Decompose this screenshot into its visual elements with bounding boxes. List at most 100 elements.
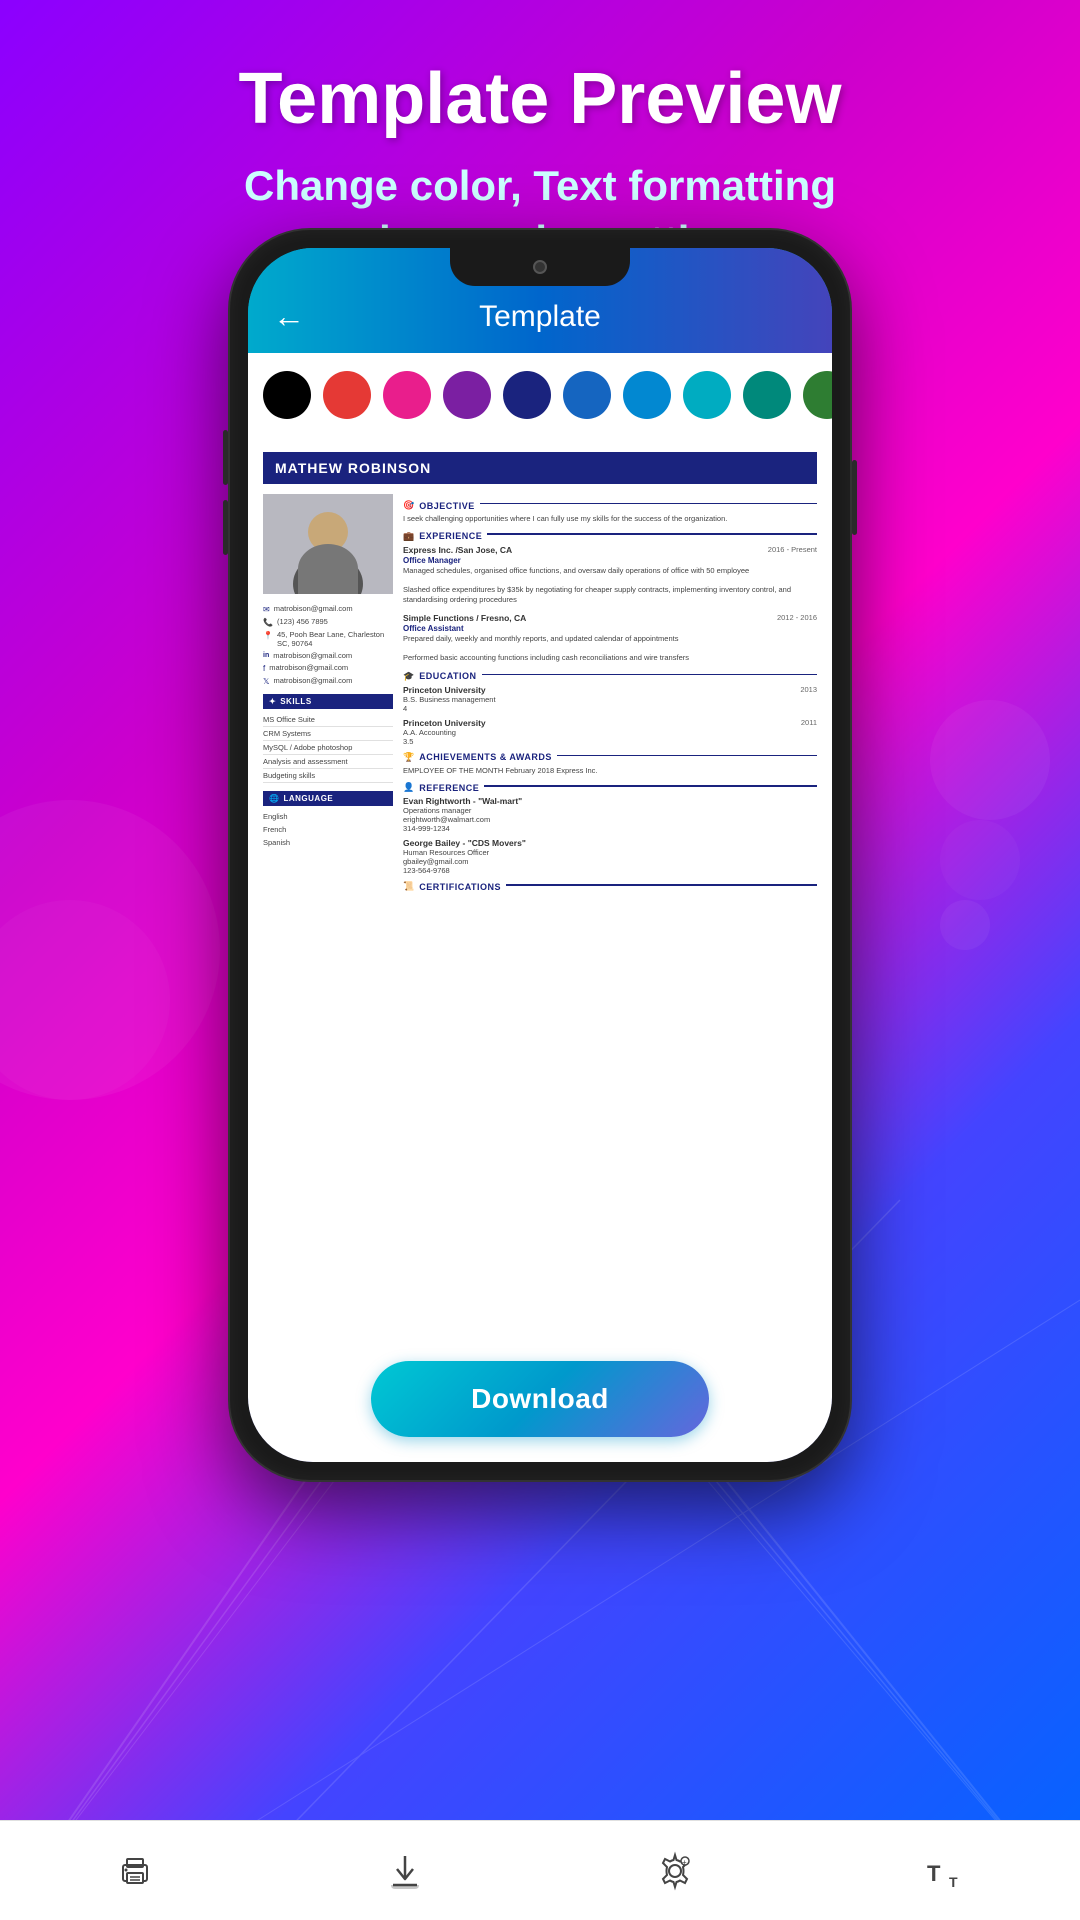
download-nav-icon [385,1851,425,1891]
linkedin-icon: in [263,652,269,659]
skill-item: Analysis and assessment [263,755,393,769]
phone-notch [450,248,630,286]
download-area: Download [248,1336,832,1462]
exp-header: Express Inc. /San Jose, CA 2016 - Presen… [403,545,817,555]
skill-item: MySQL / Adobe photoshop [263,741,393,755]
experience-icon: 💼 [403,531,414,542]
edu-date: 2013 [800,685,817,695]
contact-twitter: 𝕏 matrobison@gmail.com [263,676,393,686]
phone-outer: ← Template MATHEW ROBINSON [230,230,850,1480]
education-icon: 🎓 [403,671,414,682]
objective-section-title: 🎯 OBJECTIVE [403,500,817,511]
phone-icon: 📞 [263,618,273,627]
color-swatch-red[interactable] [323,371,371,419]
skill-item: Budgeting skills [263,769,393,783]
skills-section-header: ✦ SKILLS [263,694,393,709]
ref-role: Human Resources Officer [403,848,817,857]
resume-right-column: 🎯 OBJECTIVE I seek challenging opportuni… [403,494,817,895]
ref-phone: 314-999-1234 [403,824,817,833]
experience-section-title: 💼 EXPERIENCE [403,531,817,542]
education-entry: Princeton University 2011 A.A. Accountin… [403,718,817,746]
reference-icon: 👤 [403,782,414,793]
ref-role: Operations manager [403,806,817,815]
color-swatch-green[interactable] [803,371,832,419]
nav-text-size[interactable]: T T [925,1851,965,1891]
download-button[interactable]: Download [371,1361,709,1437]
color-swatch-blue[interactable] [563,371,611,419]
volume-down-button [223,500,228,555]
exp-role: Office Assistant [403,624,817,633]
reference-entry: Evan Rightworth - "Wal-mart" Operations … [403,796,817,833]
reference-list: Evan Rightworth - "Wal-mart" Operations … [403,796,817,875]
power-button [852,460,857,535]
nav-download[interactable] [385,1851,425,1891]
contact-facebook: f matrobison@gmail.com [263,663,393,673]
exp-header: Simple Functions / Fresno, CA 2012 - 201… [403,613,817,623]
exp-company: Simple Functions / Fresno, CA [403,613,526,623]
print-icon [115,1851,155,1891]
resume-body: ✉ matrobison@gmail.com 📞 (123) 456 7895 … [263,494,817,895]
skill-item: MS Office Suite [263,713,393,727]
color-swatch-pink[interactable] [383,371,431,419]
reference-section-title: 👤 REFERENCE [403,782,817,793]
skills-list: MS Office SuiteCRM SystemsMySQL / Adobe … [263,713,393,783]
back-button[interactable]: ← [273,298,305,335]
achievements-icon: 🏆 [403,752,414,763]
color-swatch-dark-blue[interactable] [503,371,551,419]
ref-phone: 123-564-9768 [403,866,817,875]
contact-email: ✉ matrobison@gmail.com [263,604,393,614]
education-list: Princeton University 2013 B.S. Business … [403,685,817,746]
location-icon: 📍 [263,631,273,640]
color-swatch-purple[interactable] [443,371,491,419]
svg-text:T: T [927,1861,941,1886]
exp-date: 2012 - 2016 [777,613,817,622]
bottom-nav: + T T [0,1820,1080,1920]
camera-dot [533,260,547,274]
language-section-header: 🌐 LANGUAGE [263,791,393,806]
twitter-icon: 𝕏 [263,677,269,686]
education-section-title: 🎓 EDUCATION [403,671,817,682]
nav-settings[interactable]: + [655,1851,695,1891]
edu-date: 2011 [801,718,817,728]
exp-date: 2016 - Present [768,545,817,554]
experience-entry: Simple Functions / Fresno, CA 2012 - 201… [403,613,817,663]
edu-degree: A.A. Accounting [403,728,817,737]
achievements-section-title: 🏆 ACHIEVEMENTS & AWARDS [403,752,817,763]
achievements-text: EMPLOYEE OF THE MONTH February 2018 Expr… [403,766,817,777]
exp-role: Office Manager [403,556,817,565]
email-icon: ✉ [263,605,270,614]
ref-email: gbailey@gmail.com [403,857,817,866]
education-entry: Princeton University 2013 B.S. Business … [403,685,817,713]
resume-name: MATHEW ROBINSON [263,452,817,484]
objective-divider [480,503,817,505]
skills-icon: ✦ [269,697,276,706]
nav-print[interactable] [115,1851,155,1891]
contact-info: ✉ matrobison@gmail.com 📞 (123) 456 7895 … [263,604,393,686]
language-item: French [263,823,393,836]
color-swatch-black[interactable] [263,371,311,419]
ref-name: Evan Rightworth - "Wal-mart" [403,796,817,806]
contact-address: 📍 45, Pooh Bear Lane, Charleston SC, 907… [263,630,393,648]
volume-up-button [223,430,228,485]
edu-school: Princeton University [403,718,486,728]
resume-document: MATHEW ROBINSON [248,437,832,910]
edu-gpa: 3.5 [403,737,817,746]
resume-scroll-area[interactable]: MATHEW ROBINSON [248,437,832,1336]
phone-screen: ← Template MATHEW ROBINSON [248,248,832,1462]
settings-icon: + [655,1851,695,1891]
resume-photo [263,494,393,594]
objective-text: I seek challenging opportunities where I… [403,514,817,525]
education-divider [482,674,817,676]
reference-entry: George Bailey - "CDS Movers" Human Resou… [403,838,817,875]
certifications-divider [506,884,817,886]
facebook-icon: f [263,664,265,673]
color-swatch-light-blue[interactable] [623,371,671,419]
reference-divider [484,785,817,787]
experience-list: Express Inc. /San Jose, CA 2016 - Presen… [403,545,817,663]
contact-phone: 📞 (123) 456 7895 [263,617,393,627]
experience-divider [487,533,817,535]
color-swatch-cyan[interactable] [683,371,731,419]
svg-text:+: + [682,1858,687,1867]
language-list: EnglishFrenchSpanish [263,810,393,849]
color-swatch-teal[interactable] [743,371,791,419]
